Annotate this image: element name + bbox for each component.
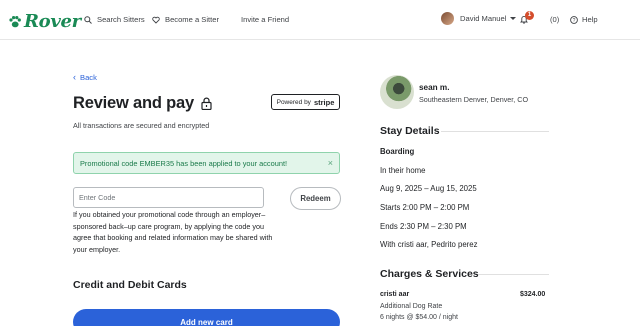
nav-search-sitters[interactable]: Search Sitters	[84, 15, 145, 24]
close-icon[interactable]: ×	[328, 158, 333, 168]
sitter-name: sean m.	[419, 83, 450, 92]
logo-text: Rover	[24, 11, 81, 32]
nav-invite-friend-label: Invite a Friend	[241, 15, 290, 24]
page-title: Review and pay	[73, 94, 212, 113]
paw-icon	[9, 15, 21, 27]
service-type: Boarding	[380, 147, 415, 156]
avatar	[441, 12, 454, 25]
nav-become-sitter-label: Become a Sitter	[165, 15, 220, 24]
heart-icon	[152, 16, 160, 24]
rover-logo[interactable]: Rover	[8, 11, 81, 32]
chevron-left-icon: ‹	[73, 72, 76, 82]
search-icon	[84, 15, 92, 24]
nav-invite-friend[interactable]: Invite a Friend	[241, 15, 289, 24]
nav-become-sitter[interactable]: Become a Sitter	[152, 15, 219, 24]
top-navigation: Rover Search Sitters Become a Sitter Inv…	[0, 0, 640, 40]
location-type: In their home	[380, 166, 426, 175]
pets-included: With cristi aar, Pedrito perez	[380, 240, 478, 249]
charge-rate-label: Additional Dog Rate	[380, 303, 443, 310]
end-time: Ends 2:30 PM – 2:30 PM	[380, 222, 467, 231]
svg-text:?: ?	[573, 17, 576, 23]
cards-heading: Credit and Debit Cards	[73, 279, 187, 291]
promo-code-input[interactable]	[73, 187, 264, 208]
user-menu[interactable]: David Manuel	[441, 12, 517, 25]
stripe-badge: Powered by stripe	[271, 94, 340, 110]
stay-details-heading: Stay Details	[380, 125, 440, 137]
stay-dates: Aug 9, 2025 – Aug 15, 2025	[380, 184, 477, 193]
help-label: Help	[582, 15, 598, 24]
powered-by-label: Powered by	[276, 98, 311, 106]
back-label: Back	[80, 72, 97, 82]
redeem-button[interactable]: Redeem	[290, 187, 341, 210]
help-icon: ?	[570, 15, 578, 24]
lock-icon	[201, 97, 212, 110]
add-card-button[interactable]: Add new card	[73, 309, 340, 326]
notification-badge: 1	[525, 11, 534, 20]
charge-rate-detail: 6 nights @ $54.00 / night	[380, 314, 458, 321]
user-name: David Manuel	[460, 14, 507, 23]
nav-search-sitters-label: Search Sitters	[97, 15, 145, 24]
sitter-avatar	[380, 75, 414, 109]
employer-sharing-note: If you obtained your promotional code th…	[73, 210, 273, 254]
page-title-text: Review and pay	[73, 94, 194, 112]
stripe-logo: stripe	[313, 97, 335, 107]
charge-pet-name: cristi aar	[380, 291, 410, 298]
back-link[interactable]: ‹ Back	[73, 72, 97, 82]
charge-amount: $324.00	[520, 291, 546, 298]
promo-message: Promotional code EMBER35 has been applie…	[80, 158, 288, 168]
chevron-down-icon	[510, 17, 517, 20]
divider	[441, 131, 549, 132]
security-note: All transactions are secured and encrypt…	[73, 121, 210, 130]
divider	[478, 274, 549, 275]
charges-heading: Charges & Services	[380, 268, 479, 280]
start-time: Starts 2:00 PM – 2:00 PM	[380, 203, 470, 212]
help-link[interactable]: ? Help	[570, 15, 598, 24]
sitter-location: Southeastern Denver, Denver, CO	[419, 95, 529, 104]
inbox-count[interactable]: (0)	[550, 15, 559, 24]
promo-success-alert: Promotional code EMBER35 has been applie…	[73, 152, 340, 174]
